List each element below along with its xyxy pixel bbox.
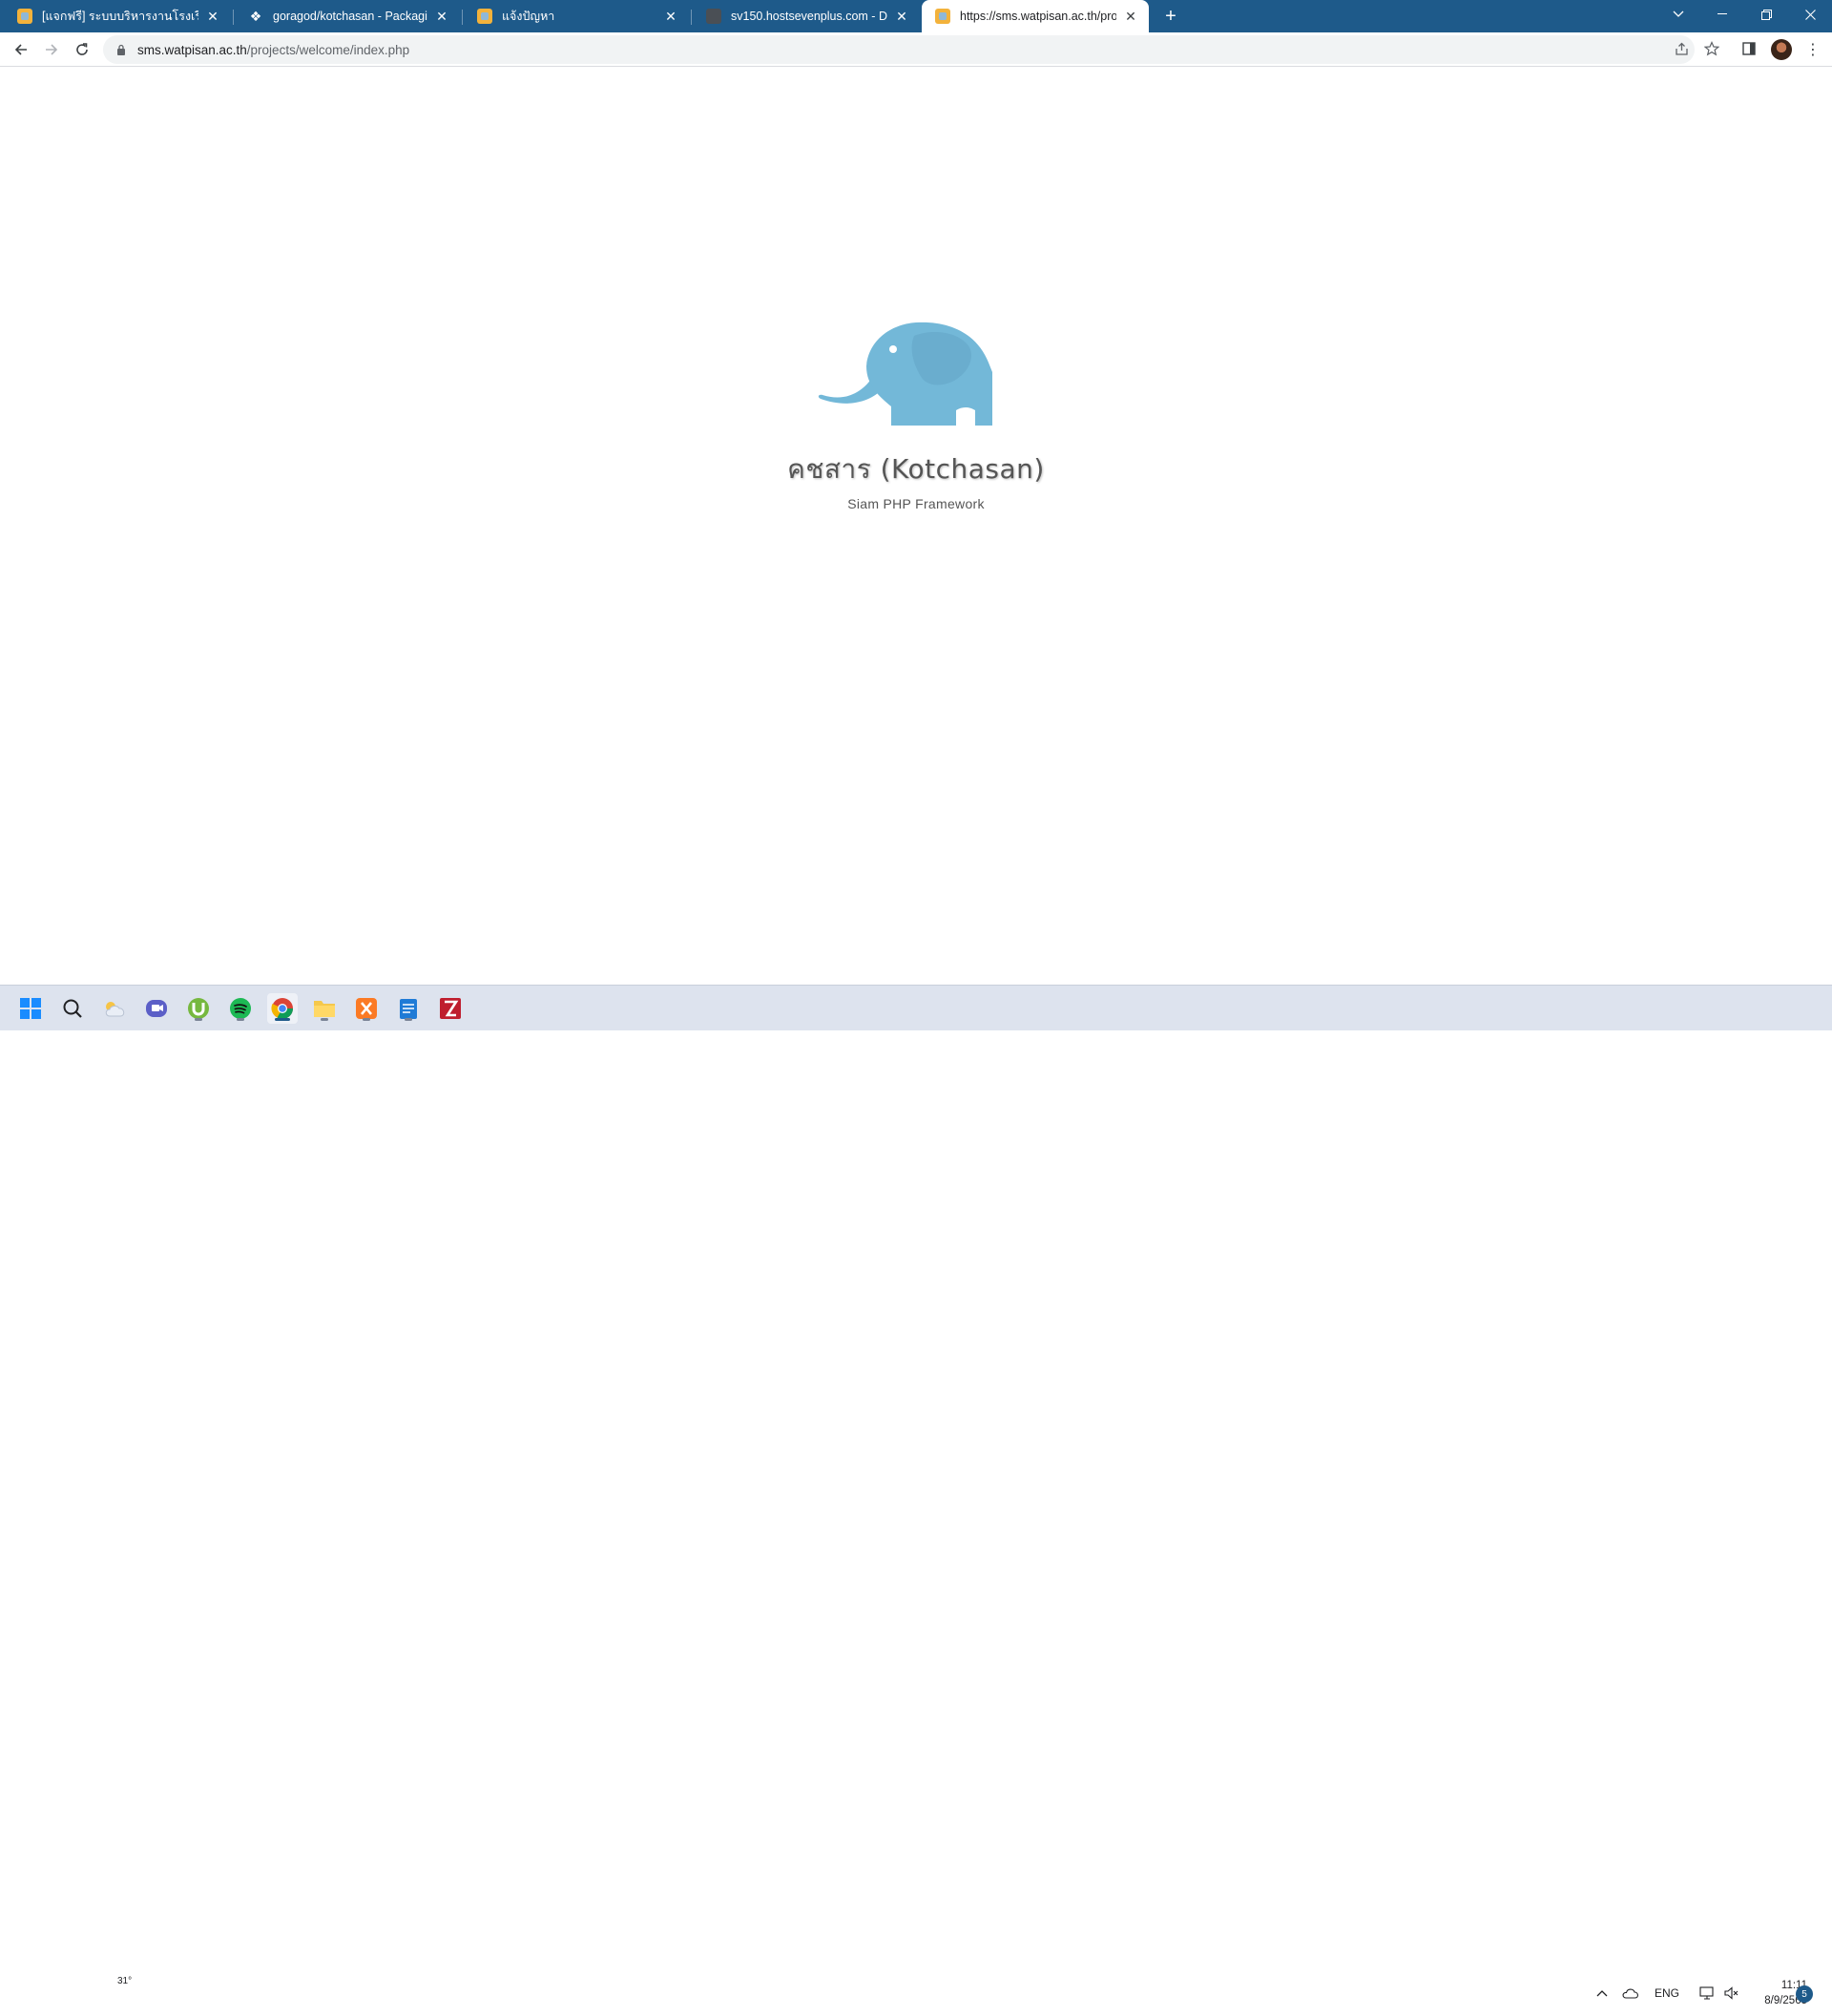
chevron-up-icon[interactable]	[1593, 1989, 1611, 1997]
tab-separator	[233, 10, 234, 25]
arrow-left-icon	[14, 44, 27, 55]
chrome-button[interactable]	[267, 993, 298, 1024]
xampp-icon	[356, 998, 377, 1019]
page-content: คชสาร (Kotchasan) Siam PHP Framework	[0, 67, 1832, 985]
reload-button[interactable]	[69, 36, 95, 63]
tab-packagist[interactable]: ❖ goragod/kotchasan - Packagist ✕	[235, 0, 460, 32]
close-icon[interactable]: ✕	[204, 8, 221, 25]
search-button[interactable]	[57, 993, 88, 1024]
notification-badge[interactable]: 5	[1796, 1985, 1813, 2003]
restore-icon	[1760, 9, 1772, 20]
elephant-icon	[818, 322, 992, 426]
running-indicator	[321, 1018, 328, 1021]
notepad-button[interactable]	[393, 993, 424, 1024]
notepad-icon	[400, 999, 417, 1019]
tab-separator	[691, 10, 692, 25]
minimize-button[interactable]	[1700, 0, 1744, 29]
cloud-sun-icon	[105, 1002, 125, 1017]
chevron-down-icon	[1673, 10, 1684, 17]
packagist-icon: ❖	[249, 8, 262, 24]
close-icon[interactable]: ✕	[433, 8, 450, 25]
running-indicator	[363, 1018, 370, 1021]
close-window-button[interactable]	[1788, 0, 1832, 29]
page-title: คชสาร (Kotchasan)	[787, 453, 1045, 485]
kotchasan-favicon	[17, 9, 32, 24]
running-indicator	[195, 1018, 202, 1021]
system-tray: ENG	[1593, 1970, 1742, 2016]
utorrent-button[interactable]	[183, 993, 214, 1024]
close-icon	[1804, 9, 1816, 20]
filezilla-icon	[440, 998, 461, 1019]
page-subtitle: Siam PHP Framework	[847, 496, 985, 511]
spotify-icon	[230, 998, 251, 1019]
tab-title: goragod/kotchasan - Packagist	[273, 10, 427, 23]
share-icon[interactable]	[1671, 38, 1692, 59]
tab-title: https://sms.watpisan.ac.th/projec	[960, 10, 1116, 23]
back-button[interactable]	[8, 36, 34, 63]
tab-title: [แจกฟรี] ระบบบริหารงานโรงเรียน PHP	[42, 10, 198, 23]
file-explorer-button[interactable]	[309, 993, 340, 1024]
weather-temperature: 31°	[114, 1976, 135, 1986]
reload-icon	[76, 43, 88, 55]
side-panel-icon[interactable]	[1738, 38, 1759, 59]
kotchasan-favicon	[935, 9, 950, 24]
tab-hostsevenplus[interactable]: sv150.hostsevenplus.com - Direc ✕	[693, 0, 920, 32]
restore-button[interactable]	[1744, 0, 1788, 29]
tab-kotchasan-school[interactable]: [แจกฟรี] ระบบบริหารงานโรงเรียน PHP ✕	[4, 0, 231, 32]
bookmark-star-icon[interactable]	[1701, 38, 1722, 59]
running-indicator	[275, 1018, 290, 1021]
address-bar[interactable]: sms.watpisan.ac.th/projects/welcome/inde…	[103, 35, 1695, 64]
url-path: /projects/welcome/index.php	[246, 42, 410, 57]
xampp-button[interactable]	[351, 993, 382, 1024]
folder-icon	[314, 1001, 335, 1017]
windows-icon	[20, 998, 41, 1019]
tab-strip: [แจกฟรี] ระบบบริหารงานโรงเรียน PHP ✕ ❖ g…	[0, 0, 1832, 32]
running-indicator	[237, 1018, 244, 1021]
teams-chat-button[interactable]	[141, 993, 172, 1024]
lock-icon[interactable]	[116, 44, 128, 55]
new-tab-button[interactable]: +	[1158, 4, 1183, 29]
tab-title: แจ้งปัญหา	[502, 10, 555, 23]
browser-toolbar: sms.watpisan.ac.th/projects/welcome/inde…	[0, 32, 1832, 67]
profile-avatar[interactable]	[1771, 39, 1792, 60]
spotify-button[interactable]	[225, 993, 256, 1024]
tab-report-problem[interactable]: แจ้งปัญหา ✕	[464, 0, 689, 32]
chrome-icon	[271, 998, 293, 1019]
weather-widget[interactable]	[99, 993, 130, 1024]
utorrent-icon	[188, 998, 209, 1019]
globe-icon	[706, 9, 721, 24]
kotchasan-favicon	[477, 9, 492, 24]
start-button[interactable]	[15, 993, 46, 1024]
onedrive-cloud-icon[interactable]	[1618, 1987, 1643, 1999]
chat-icon	[146, 1000, 167, 1017]
filezilla-button[interactable]	[435, 993, 466, 1024]
close-icon[interactable]: ✕	[893, 8, 910, 25]
menu-kebab-icon[interactable]: ⋮	[1803, 38, 1822, 61]
close-icon[interactable]: ✕	[662, 8, 679, 25]
tab-sms-watpisan[interactable]: https://sms.watpisan.ac.th/projec ✕	[922, 0, 1149, 32]
tab-search-button[interactable]	[1656, 0, 1700, 29]
language-indicator[interactable]: ENG	[1655, 1986, 1679, 2000]
tab-separator	[462, 10, 463, 25]
taskbar: 31° ENG 11:11 8/9/2565 5	[0, 985, 1832, 2006]
minimize-icon	[1718, 13, 1727, 14]
close-icon[interactable]: ✕	[1122, 8, 1139, 25]
search-icon	[63, 999, 82, 1018]
display-icon[interactable]	[1697, 1986, 1718, 2000]
forward-button[interactable]	[38, 36, 65, 63]
running-indicator	[405, 1018, 412, 1021]
url-host: sms.watpisan.ac.th	[137, 42, 247, 57]
arrow-right-icon	[46, 44, 58, 55]
tab-title: sv150.hostsevenplus.com - Direc	[731, 10, 887, 23]
